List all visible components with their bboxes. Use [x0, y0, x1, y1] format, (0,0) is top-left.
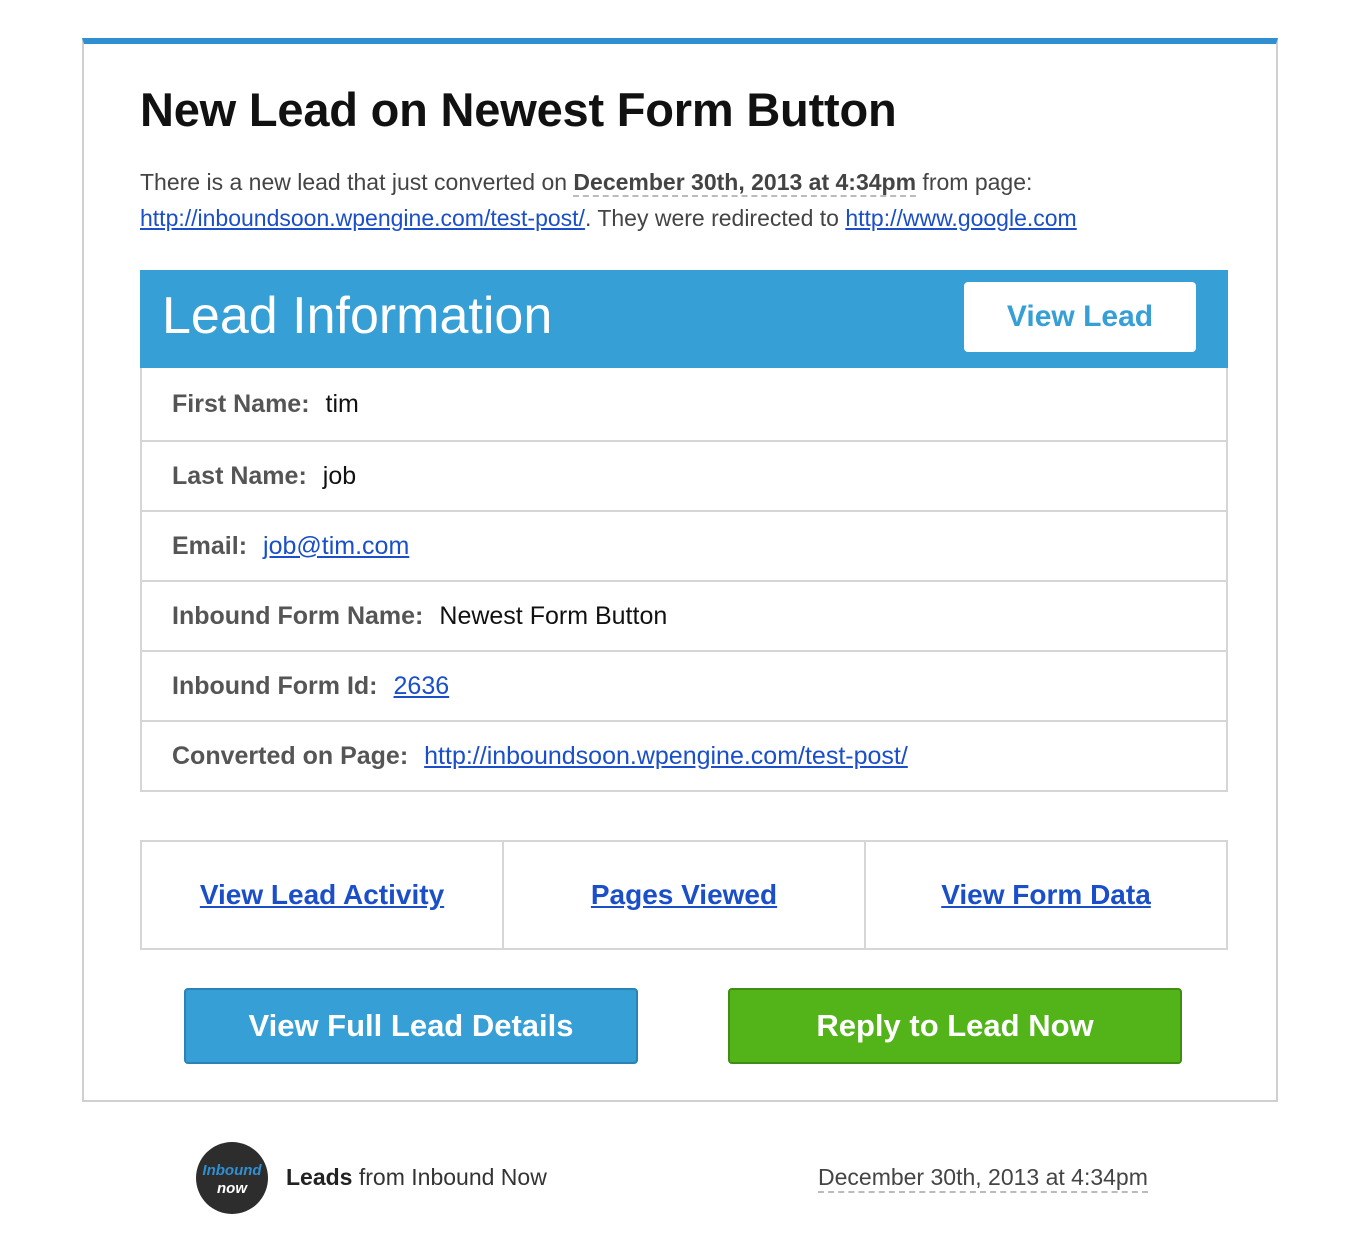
field-row-email: Email: job@tim.com — [142, 510, 1226, 580]
logo-text-line1: Inbound — [202, 1162, 262, 1179]
intro-text: There is a new lead that just converted … — [140, 164, 1200, 236]
action-cell: Pages Viewed — [502, 842, 864, 948]
notification-card: New Lead on Newest Form Button There is … — [82, 38, 1278, 1102]
sender-bold: Leads — [286, 1164, 353, 1190]
action-cell: View Lead Activity — [142, 842, 502, 948]
field-label: Email: — [172, 531, 248, 560]
field-label: Converted on Page: — [172, 741, 409, 770]
action-cell: View Form Data — [864, 842, 1226, 948]
reply-to-lead-button[interactable]: Reply to Lead Now — [728, 988, 1182, 1064]
pages-viewed-link[interactable]: Pages Viewed — [591, 879, 777, 911]
logo-text-line2: now — [217, 1180, 247, 1197]
view-lead-activity-link[interactable]: View Lead Activity — [200, 879, 444, 911]
lead-fields-table: First Name: tim Last Name: job Email: jo… — [140, 368, 1228, 792]
field-label: Last Name: — [172, 461, 307, 490]
sender-line: Leads from Inbound Now — [286, 1164, 547, 1191]
intro-part1: There is a new lead that just converted … — [140, 169, 574, 195]
redirect-link[interactable]: http://www.google.com — [845, 205, 1076, 231]
conversion-date: December 30th, 2013 at 4:34pm — [573, 169, 917, 197]
intro-part2: from page: — [916, 169, 1033, 195]
field-row-first-name: First Name: tim — [142, 368, 1226, 440]
sender-rest: from Inbound Now — [352, 1164, 547, 1190]
page-title: New Lead on Newest Form Button — [140, 83, 897, 136]
field-label: Inbound Form Id: — [172, 671, 378, 700]
field-value: Newest Form Button — [439, 601, 668, 630]
field-value: job — [322, 461, 357, 490]
footer-date: December 30th, 2013 at 4:34pm — [818, 1164, 1148, 1193]
field-row-form-id: Inbound Form Id: 2636 — [142, 650, 1226, 720]
view-full-lead-details-button[interactable]: View Full Lead Details — [184, 988, 638, 1064]
field-row-form-name: Inbound Form Name: Newest Form Button — [142, 580, 1226, 650]
source-page-link[interactable]: http://inboundsoon.wpengine.com/test-pos… — [140, 205, 585, 231]
view-form-data-link[interactable]: View Form Data — [941, 879, 1151, 911]
form-id-link[interactable]: 2636 — [394, 672, 450, 701]
inbound-now-logo: Inbound now — [196, 1142, 268, 1214]
lead-information-header: Lead Information View Lead — [140, 270, 1228, 368]
field-label: First Name: — [172, 389, 310, 418]
footer: Inbound now Leads from Inbound Now Decem… — [0, 1138, 1358, 1218]
converted-page-link[interactable]: http://inboundsoon.wpengine.com/test-pos… — [424, 742, 908, 771]
field-label: Inbound Form Name: — [172, 601, 424, 630]
view-lead-button[interactable]: View Lead — [964, 282, 1196, 352]
lead-information-heading: Lead Information — [162, 287, 553, 345]
email-link[interactable]: job@tim.com — [263, 532, 409, 561]
lead-action-links: View Lead Activity Pages Viewed View For… — [140, 840, 1228, 950]
intro-part3: . They were redirected to — [584, 205, 846, 231]
field-value: tim — [325, 389, 359, 418]
field-row-last-name: Last Name: job — [142, 440, 1226, 510]
field-row-converted-page: Converted on Page: http://inboundsoon.wp… — [142, 720, 1226, 790]
